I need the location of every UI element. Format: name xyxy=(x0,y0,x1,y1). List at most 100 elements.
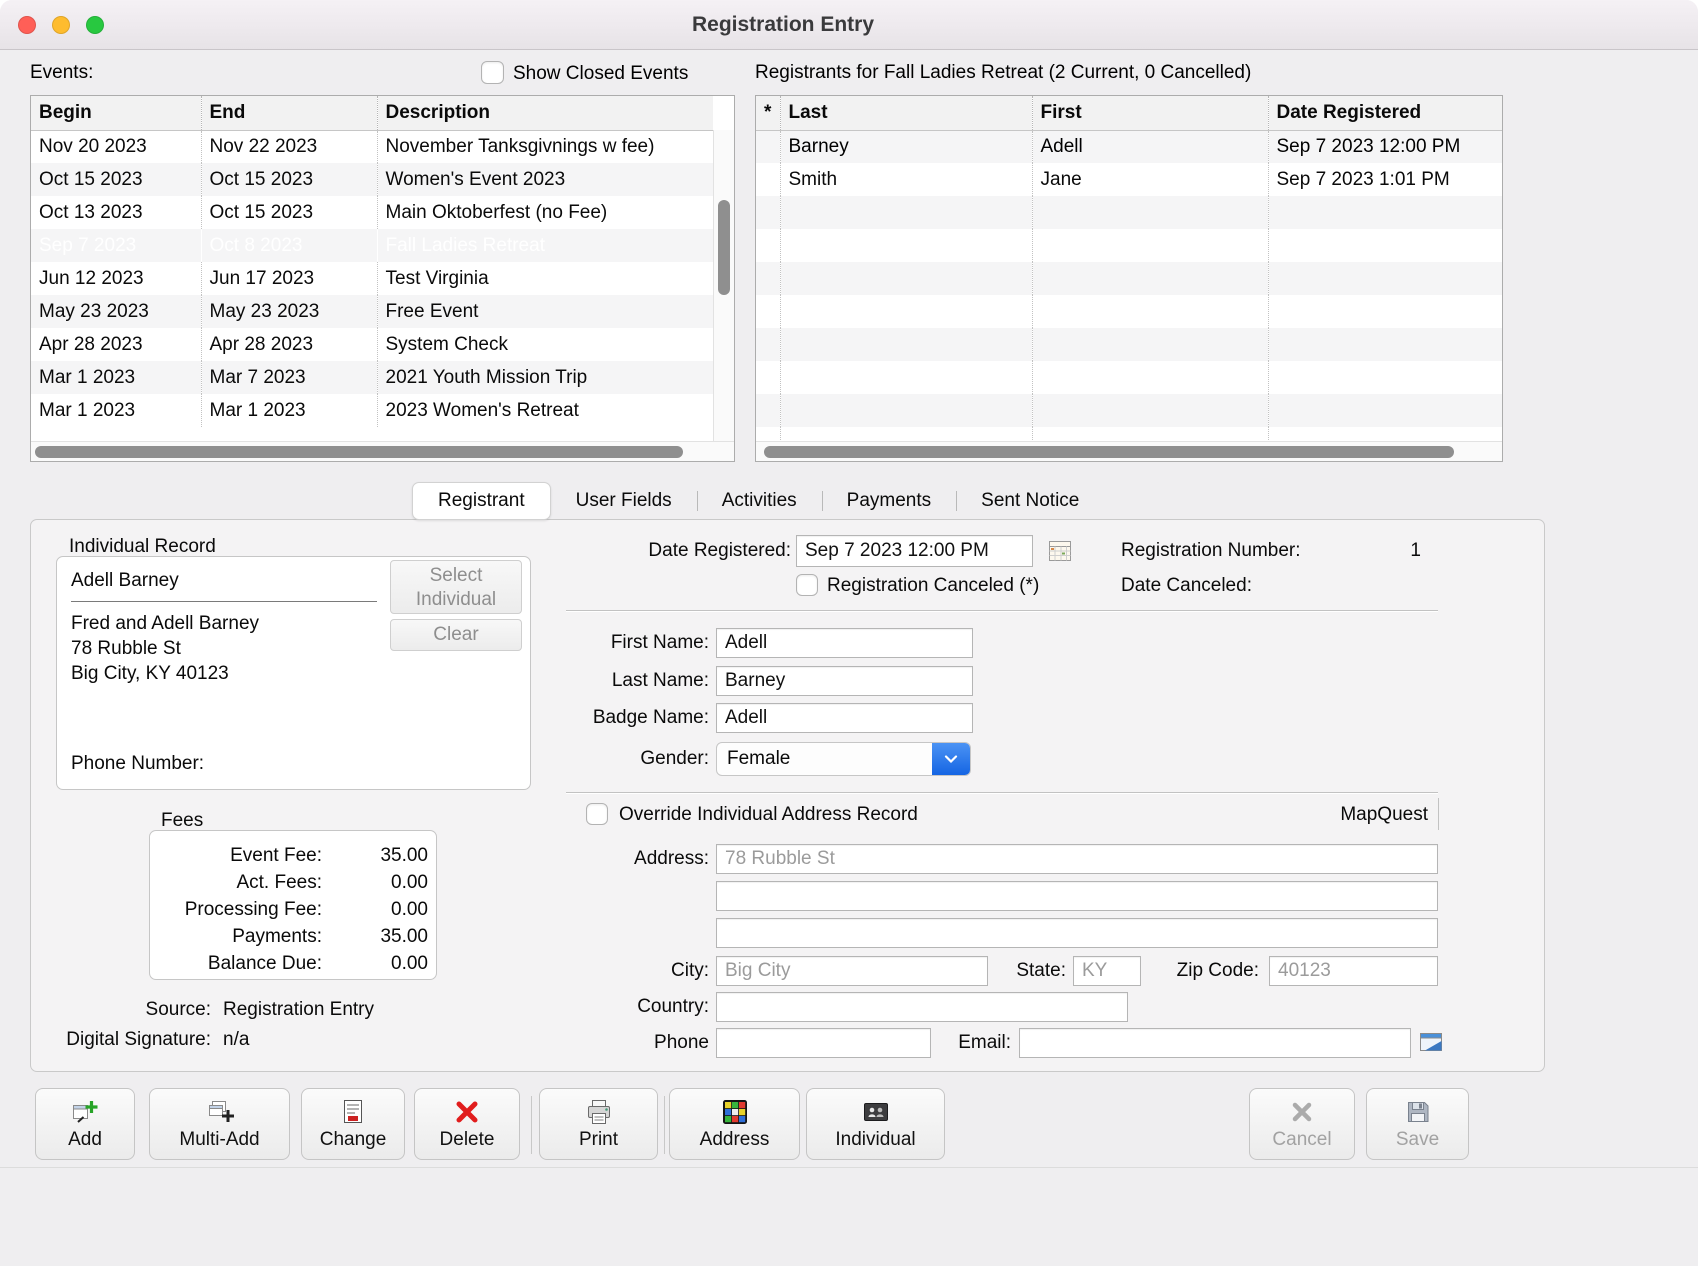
event-row[interactable]: May 23 2023May 23 2023Free Event xyxy=(31,295,713,328)
override-address-checkbox[interactable] xyxy=(586,803,608,825)
registration-number-label: Registration Number: xyxy=(1121,535,1301,567)
chevron-down-icon xyxy=(932,743,970,775)
fee-value: 0.00 xyxy=(322,896,436,923)
column-header[interactable]: Date Registered xyxy=(1268,96,1502,130)
individual-address-block: Fred and Adell Barney78 Rubble StBig Cit… xyxy=(71,611,259,686)
phone-input[interactable] xyxy=(716,1028,931,1058)
events-table: BeginEndDescription Nov 20 2023Nov 22 20… xyxy=(31,96,713,427)
tab-user-fields[interactable]: User Fields xyxy=(551,482,697,520)
column-header[interactable]: * xyxy=(756,96,780,130)
column-header[interactable]: End xyxy=(201,96,377,130)
mapquest-button[interactable]: MapQuest xyxy=(1311,800,1428,830)
tab-payments[interactable]: Payments xyxy=(822,482,956,520)
event-row[interactable]: Sep 7 2023Oct 8 2023Fall Ladies Retreat xyxy=(31,229,713,262)
print-button[interactable]: Print xyxy=(539,1088,658,1160)
gender-value: Female xyxy=(717,743,932,775)
empty-row[interactable] xyxy=(756,328,1502,361)
event-row[interactable]: Oct 15 2023Oct 15 2023Women's Event 2023 xyxy=(31,163,713,196)
window-title: Registration Entry xyxy=(0,0,1566,50)
digital-signature-line: Digital Signature: n/a xyxy=(31,1029,249,1051)
zip-code-input[interactable] xyxy=(1269,956,1438,986)
address-line3-input[interactable] xyxy=(716,918,1438,948)
registrants-header-row: *LastFirstDate Registered xyxy=(756,96,1502,130)
empty-row[interactable] xyxy=(756,427,1502,441)
empty-row[interactable] xyxy=(756,394,1502,427)
fee-label: Balance Due: xyxy=(150,950,322,977)
tab-sent-notice[interactable]: Sent Notice xyxy=(956,482,1104,520)
last-name-input[interactable] xyxy=(716,666,973,696)
show-closed-events-checkbox[interactable] xyxy=(481,61,504,84)
delete-icon xyxy=(452,1097,482,1127)
events-hscroll-thumb[interactable] xyxy=(35,446,683,458)
multi-add-button[interactable]: Multi-Add xyxy=(149,1088,290,1160)
change-button[interactable]: Change xyxy=(301,1088,405,1160)
fee-value: 0.00 xyxy=(322,950,436,977)
empty-row[interactable] xyxy=(756,262,1502,295)
city-input[interactable] xyxy=(716,956,988,986)
state-input[interactable] xyxy=(1073,956,1141,986)
country-input[interactable] xyxy=(716,992,1128,1022)
calendar-icon[interactable] xyxy=(1047,538,1073,564)
select-individual-button[interactable]: Select Individual xyxy=(390,560,522,614)
multi-add-icon xyxy=(205,1097,235,1127)
events-label: Events: xyxy=(30,62,93,84)
event-row[interactable]: Nov 20 2023Nov 22 2023November Tanksgivn… xyxy=(31,130,713,163)
gender-select[interactable]: Female xyxy=(716,742,971,776)
tab-registrant[interactable]: Registrant xyxy=(412,482,551,520)
address-line2-input[interactable] xyxy=(716,881,1438,911)
events-vertical-scrollbar[interactable] xyxy=(713,130,734,441)
empty-row[interactable] xyxy=(756,295,1502,328)
individual-name: Adell Barney xyxy=(71,567,179,595)
empty-row[interactable] xyxy=(756,361,1502,394)
registrant-row[interactable]: BarneyAdellSep 7 2023 12:00 PM xyxy=(756,130,1502,163)
registrant-panel: Individual Record Adell Barney Fred and … xyxy=(30,519,1545,1072)
fee-label: Processing Fee: xyxy=(150,896,322,923)
fee-label: Act. Fees: xyxy=(150,869,322,896)
event-row[interactable]: Oct 13 2023Oct 15 2023Main Oktoberfest (… xyxy=(31,196,713,229)
column-header[interactable]: Description xyxy=(377,96,713,130)
tab-activities[interactable]: Activities xyxy=(697,482,822,520)
separator xyxy=(566,792,1438,793)
fee-row: Event Fee:35.00 xyxy=(150,842,436,869)
registration-canceled-checkbox[interactable] xyxy=(796,574,818,596)
registrants-hscroll-thumb[interactable] xyxy=(764,446,1454,458)
add-icon xyxy=(70,1097,100,1127)
registrants-table: *LastFirstDate Registered BarneyAdellSep… xyxy=(756,96,1502,441)
fee-value: 0.00 xyxy=(322,869,436,896)
events-vscroll-thumb[interactable] xyxy=(718,200,730,295)
save-icon xyxy=(1403,1097,1433,1127)
event-row[interactable]: Jun 12 2023Jun 17 2023Test Virginia xyxy=(31,262,713,295)
digital-signature-value: n/a xyxy=(223,1029,249,1050)
badge-name-label: Badge Name: xyxy=(466,703,709,733)
individual-name-divider xyxy=(71,601,377,602)
add-button[interactable]: Add xyxy=(35,1088,135,1160)
registrant-row[interactable]: SmithJaneSep 7 2023 1:01 PM xyxy=(756,163,1502,196)
email-input[interactable] xyxy=(1019,1028,1411,1058)
column-header[interactable]: First xyxy=(1032,96,1268,130)
event-row[interactable]: Mar 1 2023Mar 7 20232021 Youth Mission T… xyxy=(31,361,713,394)
address-button[interactable]: Address xyxy=(669,1088,800,1160)
registrants-table-container: *LastFirstDate Registered BarneyAdellSep… xyxy=(755,95,1503,462)
column-header[interactable]: Last xyxy=(780,96,1032,130)
digital-signature-label: Digital Signature: xyxy=(31,1029,211,1051)
email-window-icon[interactable] xyxy=(1417,1028,1445,1056)
save-button[interactable]: Save xyxy=(1366,1088,1469,1160)
fee-label: Event Fee: xyxy=(150,842,322,869)
individual-button[interactable]: Individual xyxy=(806,1088,945,1160)
empty-row[interactable] xyxy=(756,229,1502,262)
address-line1-input[interactable] xyxy=(716,844,1438,874)
registrants-horizontal-scrollbar[interactable] xyxy=(756,441,1502,461)
address-line: Fred and Adell Barney xyxy=(71,611,259,636)
badge-name-input[interactable] xyxy=(716,703,973,733)
delete-button[interactable]: Delete xyxy=(414,1088,520,1160)
cancel-button[interactable]: Cancel xyxy=(1249,1088,1355,1160)
column-header[interactable]: Begin xyxy=(31,96,201,130)
source-value: Registration Entry xyxy=(223,999,374,1020)
first-name-input[interactable] xyxy=(716,628,973,658)
empty-row[interactable] xyxy=(756,196,1502,229)
events-horizontal-scrollbar[interactable] xyxy=(31,441,734,461)
date-registered-input[interactable] xyxy=(796,535,1033,567)
event-row[interactable]: Mar 1 2023Mar 1 20232023 Women's Retreat xyxy=(31,394,713,427)
date-canceled-label: Date Canceled: xyxy=(1121,571,1252,601)
event-row[interactable]: Apr 28 2023Apr 28 2023System Check xyxy=(31,328,713,361)
